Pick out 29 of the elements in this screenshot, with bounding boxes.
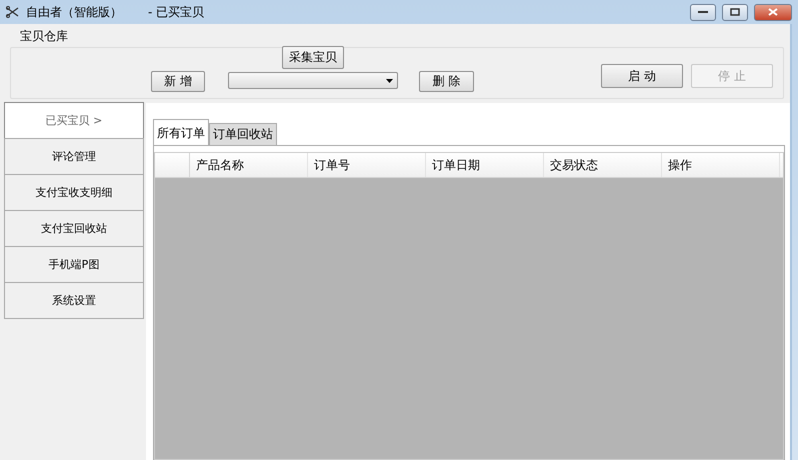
- close-button[interactable]: [754, 4, 792, 20]
- window-subtitle: - 已买宝贝: [148, 4, 204, 20]
- tab[interactable]: 订单回收站: [209, 123, 277, 146]
- collect-button[interactable]: 采集宝贝: [282, 46, 344, 69]
- minimize-button[interactable]: [690, 4, 716, 20]
- add-button[interactable]: 新 增: [151, 71, 205, 92]
- sidebar-item[interactable]: 评论管理: [4, 138, 144, 175]
- delete-button[interactable]: 删 除: [419, 71, 474, 92]
- sidebar-item[interactable]: 已买宝贝 >: [4, 102, 144, 139]
- tab[interactable]: 所有订单: [153, 119, 209, 146]
- start-button[interactable]: 启 动: [601, 64, 683, 88]
- sidebar-item[interactable]: 手机端P图: [4, 246, 144, 283]
- maximize-icon: [730, 8, 740, 16]
- dropdown-field[interactable]: [228, 72, 398, 89]
- column-header[interactable]: 订单日期: [426, 153, 544, 177]
- caret-icon: [386, 78, 393, 82]
- scissors-icon: [6, 6, 20, 18]
- column-header[interactable]: 订单号: [308, 153, 426, 177]
- close-icon: [768, 8, 778, 16]
- column-header[interactable]: 交易状态: [544, 153, 662, 177]
- column-header[interactable]: 操作: [662, 153, 780, 177]
- maximize-button[interactable]: [722, 4, 748, 20]
- group-label: 宝贝仓库: [20, 28, 69, 45]
- sidebar-item[interactable]: 支付宝收支明细: [4, 174, 144, 211]
- column-header[interactable]: 产品名称: [190, 153, 308, 177]
- sidebar-item[interactable]: 支付宝回收站: [4, 210, 144, 247]
- window-title: 自由者（智能版）: [26, 4, 122, 20]
- minimize-icon: [698, 10, 708, 14]
- sidebar-item[interactable]: 系统设置: [4, 282, 144, 319]
